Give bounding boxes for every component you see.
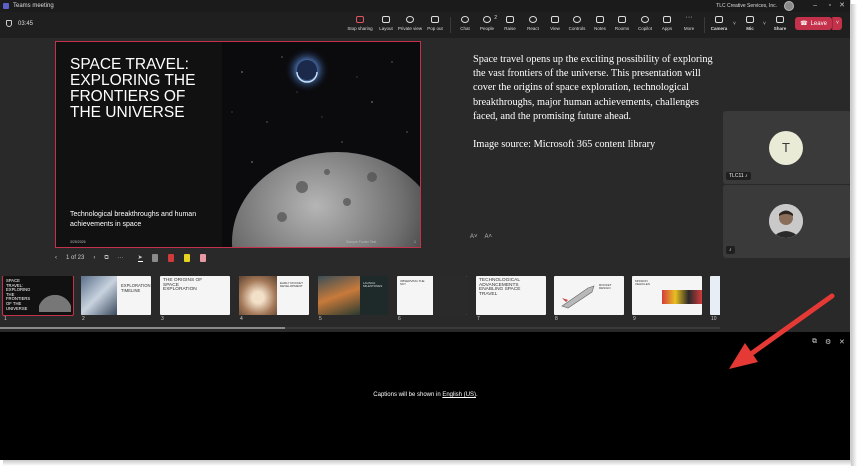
teams-window: Teams meeting TLC Creative Services, Inc… [0, 0, 851, 460]
window-shadow [3, 460, 854, 466]
window-shadow [851, 4, 857, 466]
red-arrow-annotation [729, 293, 835, 369]
